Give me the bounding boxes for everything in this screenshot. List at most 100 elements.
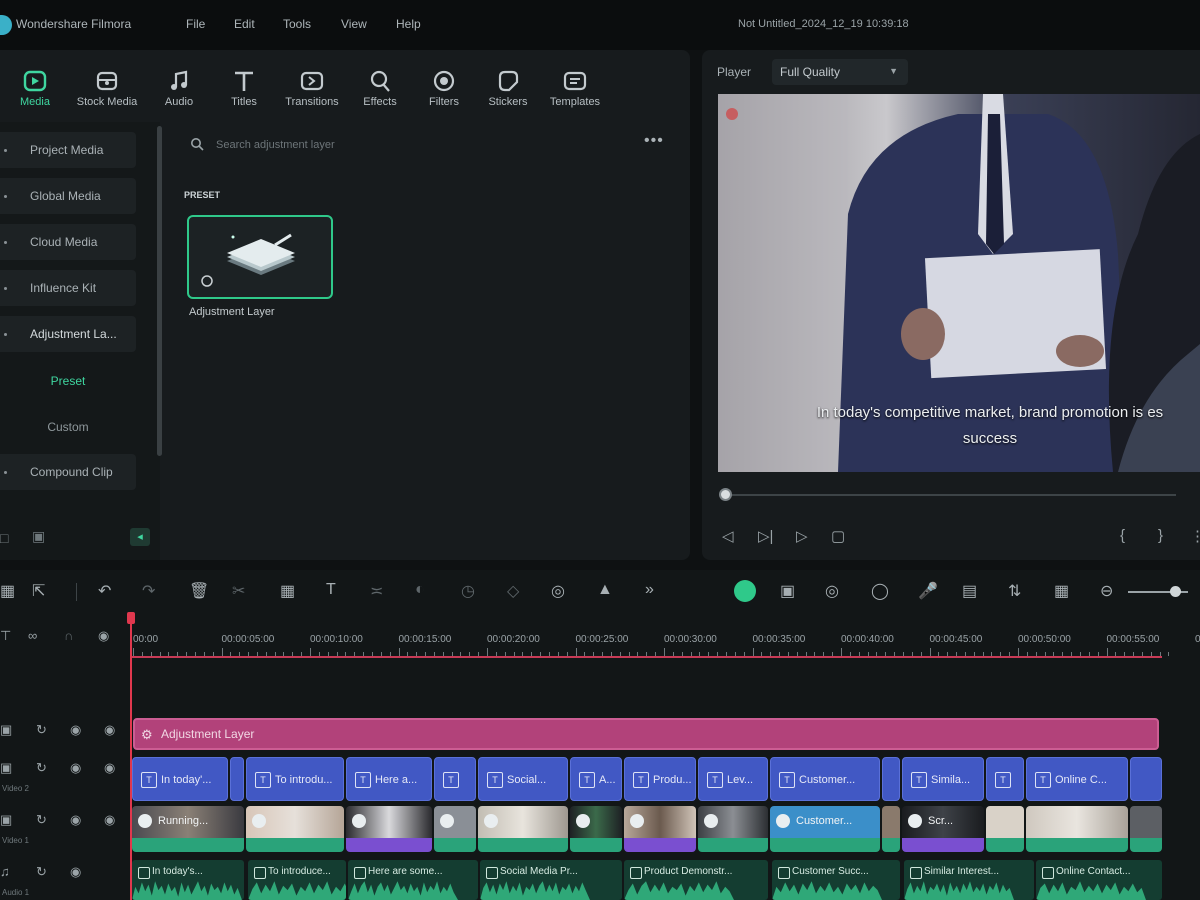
- playhead[interactable]: [130, 613, 132, 900]
- mark-out-icon[interactable]: }: [1158, 527, 1163, 544]
- magnet-icon[interactable]: ∩: [64, 628, 73, 643]
- title-clip[interactable]: T Simila...: [902, 757, 984, 801]
- video-clip[interactable]: [570, 806, 622, 852]
- quality-select[interactable]: Full Quality ▼: [772, 59, 908, 85]
- menu-tools[interactable]: Tools: [283, 17, 311, 31]
- audio-toggle-icon[interactable]: ◉: [70, 812, 81, 828]
- video-clip[interactable]: [986, 806, 1024, 852]
- stop-icon[interactable]: ▢: [831, 527, 845, 545]
- previous-frame-icon[interactable]: ◁: [722, 527, 734, 545]
- keyframe-icon[interactable]: ◇: [507, 581, 519, 601]
- video-clip[interactable]: [1130, 806, 1162, 852]
- title-clip[interactable]: [230, 757, 244, 801]
- toolbar-stock-media[interactable]: Stock Media: [72, 68, 142, 108]
- preview-icon[interactable]: ◉: [98, 628, 109, 644]
- playhead-handle[interactable]: [127, 612, 135, 624]
- more-tools-icon[interactable]: »: [645, 581, 654, 599]
- sidebar-sub-preset[interactable]: Preset: [0, 374, 136, 388]
- play-icon[interactable]: ▷: [796, 527, 808, 545]
- menu-view[interactable]: View: [341, 17, 367, 31]
- title-clip[interactable]: T Customer...: [770, 757, 880, 801]
- audio-clip[interactable]: Product Demonstr...: [624, 860, 768, 900]
- mask-icon[interactable]: ▲: [597, 581, 613, 599]
- sidebar-item-global-media[interactable]: Global Media: [0, 178, 136, 214]
- audio-clip[interactable]: Customer Succ...: [772, 860, 900, 900]
- more-options-icon[interactable]: •••: [644, 132, 664, 150]
- collapse-sidebar-icon[interactable]: ◂: [130, 528, 150, 546]
- title-clip[interactable]: T Produ...: [624, 757, 696, 801]
- video-clip[interactable]: [882, 806, 900, 852]
- video-clip[interactable]: Running...: [132, 806, 244, 852]
- ai-icon[interactable]: ◎: [551, 581, 565, 601]
- menu-help[interactable]: Help: [396, 17, 421, 31]
- sidebar-item-influence-kit[interactable]: Influence Kit: [0, 270, 136, 306]
- toolbar-titles[interactable]: Titles: [209, 68, 279, 108]
- video-clip[interactable]: [1026, 806, 1128, 852]
- search-input[interactable]: [214, 136, 514, 154]
- sidebar-item-project-media[interactable]: Project Media: [0, 132, 136, 168]
- select-tool-icon[interactable]: ⇱: [32, 581, 45, 601]
- video-clip[interactable]: [698, 806, 768, 852]
- insert-icon[interactable]: ▦: [1054, 581, 1069, 601]
- eye-icon[interactable]: ◉: [104, 760, 115, 776]
- eye-icon[interactable]: ◉: [104, 722, 115, 738]
- eye-icon[interactable]: ◉: [104, 812, 115, 828]
- link-icon[interactable]: ∞: [28, 628, 37, 643]
- audio-clip[interactable]: Online Contact...: [1036, 860, 1162, 900]
- toolbar-audio[interactable]: Audio: [144, 68, 214, 108]
- adjustment-layer-thumbnail[interactable]: [187, 215, 333, 299]
- title-clip[interactable]: T In today'...: [132, 757, 228, 801]
- zoom-slider-handle[interactable]: [1170, 586, 1181, 597]
- new-folder-icon[interactable]: □: [0, 530, 8, 546]
- title-clip[interactable]: T To introdu...: [246, 757, 344, 801]
- audio-clip[interactable]: Here are some...: [348, 860, 478, 900]
- sidebar-item-cloud-media[interactable]: Cloud Media: [0, 224, 136, 260]
- toolbar-filters[interactable]: Filters: [409, 68, 479, 108]
- lock-icon[interactable]: ↻: [36, 760, 47, 776]
- playback-progress-bar[interactable]: [722, 494, 1176, 496]
- split-icon[interactable]: ✂: [232, 581, 245, 601]
- layout-icon[interactable]: ▦: [0, 581, 15, 601]
- sidebar-item-adjustment-layer[interactable]: Adjustment La...: [0, 316, 136, 352]
- audio-toggle-icon[interactable]: ◉: [70, 722, 81, 738]
- text-tool-icon[interactable]: T: [326, 581, 336, 599]
- shield-icon[interactable]: ◯: [871, 581, 889, 601]
- audio-clip[interactable]: To introduce...: [248, 860, 346, 900]
- video-clip[interactable]: [478, 806, 568, 852]
- color-icon[interactable]: ◐: [415, 581, 425, 599]
- speed-icon[interactable]: ◷: [461, 581, 475, 601]
- audio-toggle-icon[interactable]: ◉: [70, 864, 81, 880]
- title-clip[interactable]: T A...: [570, 757, 622, 801]
- add-folder-icon[interactable]: ▣: [32, 528, 45, 545]
- adjustment-layer-clip[interactable]: ⚙ Adjustment Layer: [133, 718, 1159, 750]
- audio-clip[interactable]: In today's...: [132, 860, 244, 900]
- title-clip[interactable]: T Here a...: [346, 757, 432, 801]
- toolbar-templates[interactable]: Templates: [540, 68, 610, 108]
- record-icon[interactable]: ▣: [780, 581, 795, 601]
- snap-icon[interactable]: ◎: [825, 581, 839, 601]
- render-icon[interactable]: [734, 580, 756, 602]
- redo-icon[interactable]: ↷: [142, 581, 155, 601]
- title-clip[interactable]: [1130, 757, 1162, 801]
- title-clip[interactable]: T: [986, 757, 1024, 801]
- title-clip[interactable]: T Online C...: [1026, 757, 1128, 801]
- sidebar-scrollbar[interactable]: [157, 126, 162, 456]
- video-clip[interactable]: [434, 806, 476, 852]
- menu-edit[interactable]: Edit: [234, 17, 255, 31]
- menu-file[interactable]: File: [186, 17, 205, 31]
- title-clip[interactable]: [882, 757, 900, 801]
- subtitle-icon[interactable]: ▤: [962, 581, 977, 601]
- delete-icon[interactable]: 🗑: [189, 581, 209, 601]
- title-clip[interactable]: T: [434, 757, 476, 801]
- audio-clip[interactable]: Similar Interest...: [904, 860, 1034, 900]
- toolbar-effects[interactable]: Effects: [345, 68, 415, 108]
- toolbar-stickers[interactable]: Stickers: [473, 68, 543, 108]
- progress-handle[interactable]: [719, 488, 732, 501]
- crop-icon[interactable]: ▦: [280, 581, 295, 601]
- title-clip[interactable]: T Lev...: [698, 757, 768, 801]
- mark-in-icon[interactable]: {: [1120, 527, 1125, 544]
- video-clip[interactable]: Customer...: [770, 806, 880, 852]
- lock-icon[interactable]: ↻: [36, 812, 47, 828]
- step-forward-icon[interactable]: ▷|: [758, 527, 773, 545]
- video-clip[interactable]: [346, 806, 432, 852]
